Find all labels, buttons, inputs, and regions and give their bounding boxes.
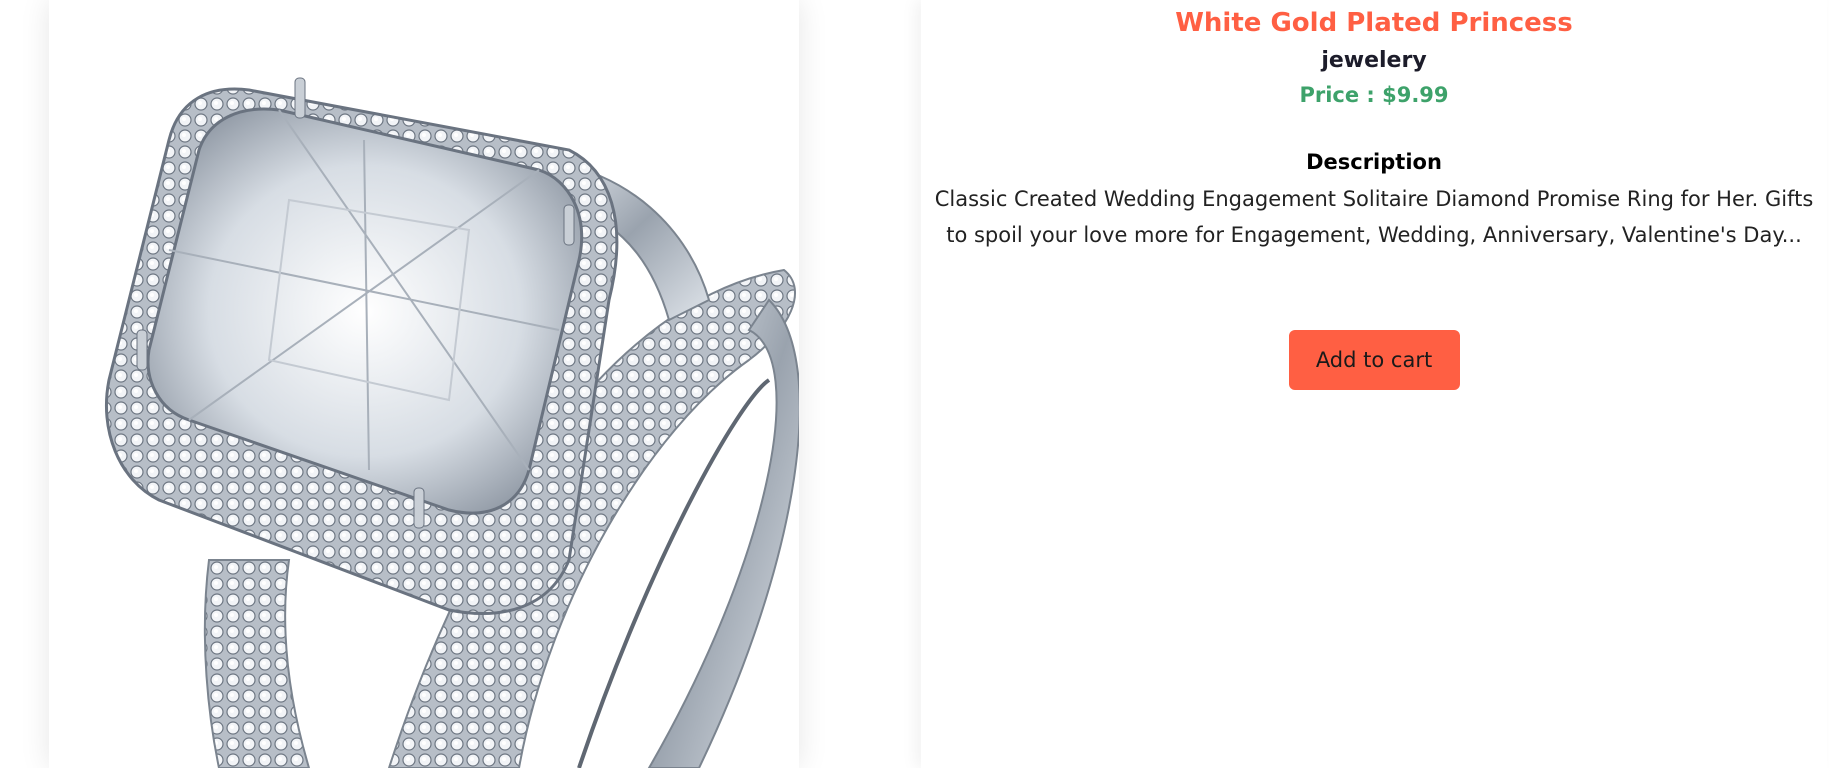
product-title: White Gold Plated Princess [1175,8,1573,38]
description-heading: Description [1306,150,1442,174]
product-info-panel: White Gold Plated Princess jewelery Pric… [921,0,1827,768]
product-image-card [49,0,799,768]
product-category: jewelery [1321,48,1427,73]
product-description: Classic Created Wedding Engagement Solit… [934,187,1814,247]
product-price: Price : $9.99 [1299,83,1449,107]
diamond-ring-image [49,0,799,768]
add-to-cart-button[interactable]: Add to cart [1288,330,1460,390]
